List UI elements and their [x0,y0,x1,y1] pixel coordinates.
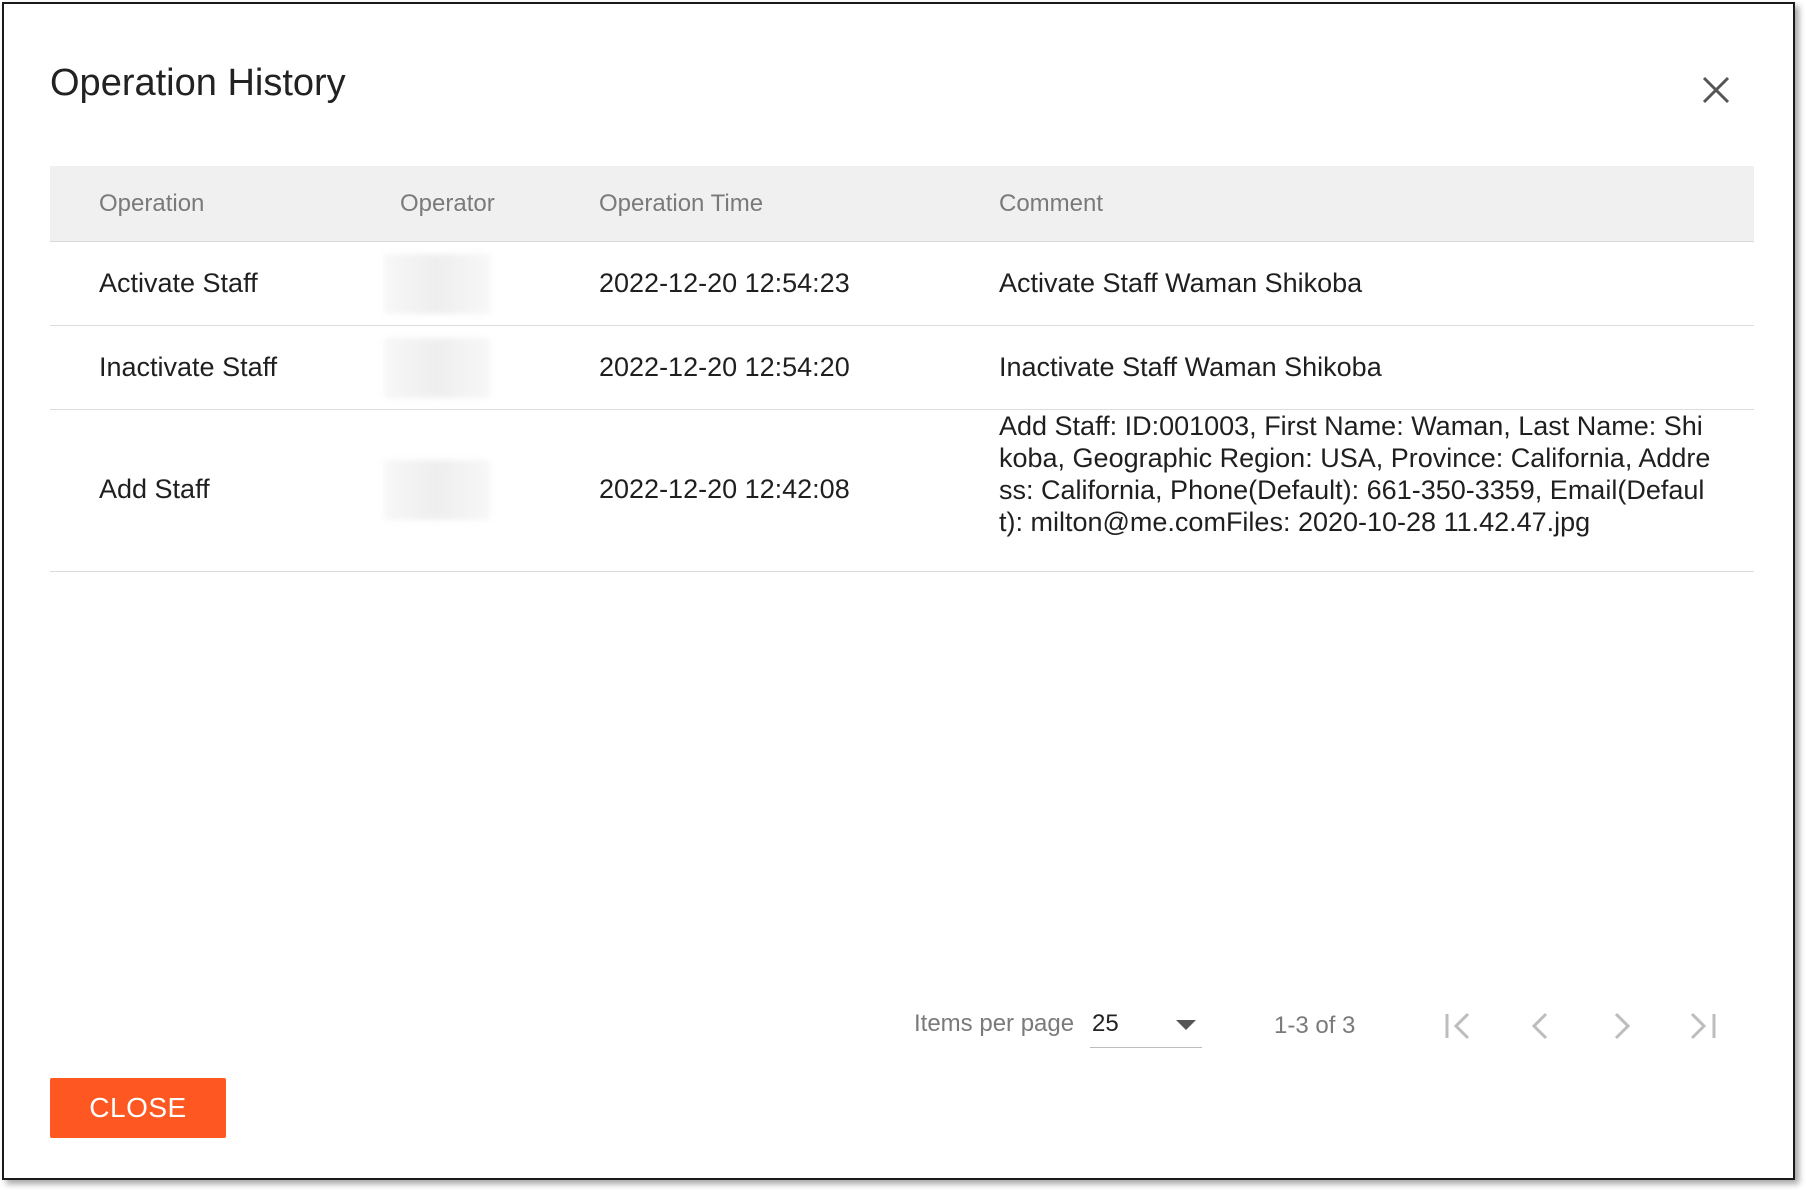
chevron-down-icon [1176,1020,1196,1030]
page-range-text: 1-3 of 3 [1274,1012,1356,1039]
operation-cell: Activate Staff [99,268,258,298]
operation-cell: Add Staff [99,474,210,504]
last-page-icon[interactable] [1676,1004,1726,1048]
operation-time-cell: 2022-12-20 12:54:20 [599,352,850,382]
dialog-title: Operation History [50,62,346,104]
close-button[interactable]: CLOSE [50,1078,226,1138]
previous-page-icon[interactable] [1516,1004,1566,1048]
comment-cell: Inactivate Staff Waman Shikoba [999,352,1382,382]
pagination: Items per page 25 1-3 of 3 [4,1004,1793,1064]
operator-cell-redacted [384,254,490,314]
table-row: Activate Staff 2022-12-20 12:54:23 Activ… [50,242,1754,326]
operation-history-dialog: Operation History Operation Operator Ope… [2,2,1795,1180]
items-per-page-select[interactable]: 25 [1090,1004,1202,1048]
column-header-comment: Comment [999,190,1104,217]
comment-cell: Add Staff: ID:001003, First Name: Waman,… [999,411,1711,537]
column-header-operator: Operator [400,190,495,217]
first-page-icon[interactable] [1436,1004,1486,1048]
column-header-operation-time: Operation Time [599,190,764,217]
operator-cell-redacted [384,460,490,520]
close-icon[interactable] [1696,70,1736,110]
next-page-icon[interactable] [1596,1004,1646,1048]
items-per-page-label: Items per page [914,1010,1075,1037]
operation-time-cell: 2022-12-20 12:42:08 [599,474,850,504]
table-header: Operation Operator Operation Time Commen… [50,166,1754,242]
operator-cell-redacted [384,338,490,398]
column-header-operation: Operation [99,190,205,217]
operation-table: Operation Operator Operation Time Commen… [50,166,1754,572]
items-per-page-value: 25 [1092,1010,1119,1037]
table-row: Add Staff 2022-12-20 12:42:08 Add Staff:… [50,410,1754,572]
table-row: Inactivate Staff 2022-12-20 12:54:20 Ina… [50,326,1754,410]
operation-time-cell: 2022-12-20 12:54:23 [599,268,850,298]
operation-cell: Inactivate Staff [99,352,278,382]
comment-cell: Activate Staff Waman Shikoba [999,268,1363,298]
